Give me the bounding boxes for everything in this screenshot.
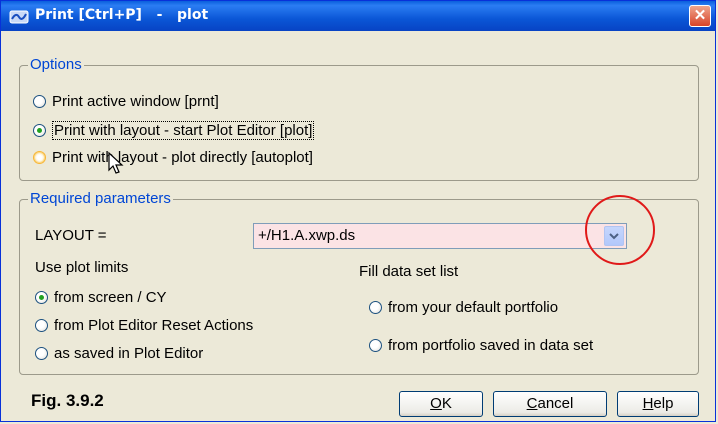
fill-from-saved-portfolio[interactable]: from portfolio saved in data set [369, 337, 593, 354]
option-label: from your default portfolio [388, 299, 559, 316]
mouse-cursor-icon [108, 151, 124, 174]
options-legend: Options [28, 56, 84, 73]
app-icon [9, 10, 29, 24]
radio-as-saved[interactable] [35, 347, 48, 360]
close-icon: ✕ [693, 7, 707, 24]
selected-dot [39, 295, 44, 300]
fill-list-heading: Fill data set list [359, 263, 459, 280]
plot-limits-heading: Use plot limits [35, 259, 129, 276]
layout-value: +/H1.A.xwp.ds [258, 227, 356, 244]
radio-from-default-portfolio[interactable] [369, 301, 382, 314]
radio-print-with-layout-plot-editor[interactable] [33, 124, 46, 137]
cancel-button[interactable]: Cancel [493, 391, 607, 417]
radio-from-screen[interactable] [35, 291, 48, 304]
figure-label: Fig. 3.9.2 [31, 391, 104, 410]
radio-from-saved-portfolio[interactable] [369, 339, 382, 352]
layout-combobox[interactable]: +/H1.A.xwp.ds [253, 223, 627, 249]
option-label: Print with layout - plot directly [autop… [52, 149, 313, 166]
title-bar[interactable]: Print [Ctrl+P] - plot ✕ [1, 1, 715, 31]
option-label: Print with layout - start Plot Editor [p… [52, 121, 315, 140]
cancel-mnemonic: C [526, 395, 538, 412]
radio-from-reset-actions[interactable] [35, 319, 48, 332]
close-button[interactable]: ✕ [689, 5, 711, 27]
annotation-circle [585, 195, 655, 265]
option-label: from Plot Editor Reset Actions [54, 317, 254, 334]
ok-mnemonic: O [430, 395, 442, 412]
fill-from-default-portfolio[interactable]: from your default portfolio [369, 299, 558, 316]
required-parameters-legend: Required parameters [28, 190, 173, 207]
print-dialog: Print [Ctrl+P] - plot ✕ Options Print ac… [0, 0, 716, 422]
limits-from-reset-actions[interactable]: from Plot Editor Reset Actions [35, 317, 253, 334]
option-print-with-layout-plot-editor[interactable]: Print with layout - start Plot Editor [p… [33, 121, 315, 140]
limits-as-saved[interactable]: as saved in Plot Editor [35, 345, 203, 362]
help-label-rest: elp [653, 395, 674, 412]
option-print-with-layout-autoplot[interactable]: Print with layout - plot directly [autop… [33, 149, 313, 166]
ok-button[interactable]: OK [399, 391, 483, 417]
selected-dot [37, 128, 42, 133]
cancel-label-rest: ancel [537, 395, 574, 412]
option-label: from portfolio saved in data set [388, 337, 594, 354]
option-label: as saved in Plot Editor [54, 345, 204, 362]
help-button[interactable]: Help [617, 391, 699, 417]
option-print-active-window[interactable]: Print active window [prnt] [33, 93, 219, 110]
layout-label: LAYOUT = [35, 227, 107, 244]
option-label: Print active window [prnt] [52, 93, 219, 110]
window-title: Print [Ctrl+P] - plot [35, 7, 209, 23]
help-mnemonic: H [642, 395, 654, 412]
radio-print-active-window[interactable] [33, 95, 46, 108]
radio-print-with-layout-autoplot[interactable] [33, 151, 46, 164]
ok-label-rest: K [441, 395, 452, 412]
limits-from-screen[interactable]: from screen / CY [35, 289, 167, 306]
option-label: from screen / CY [54, 289, 167, 306]
